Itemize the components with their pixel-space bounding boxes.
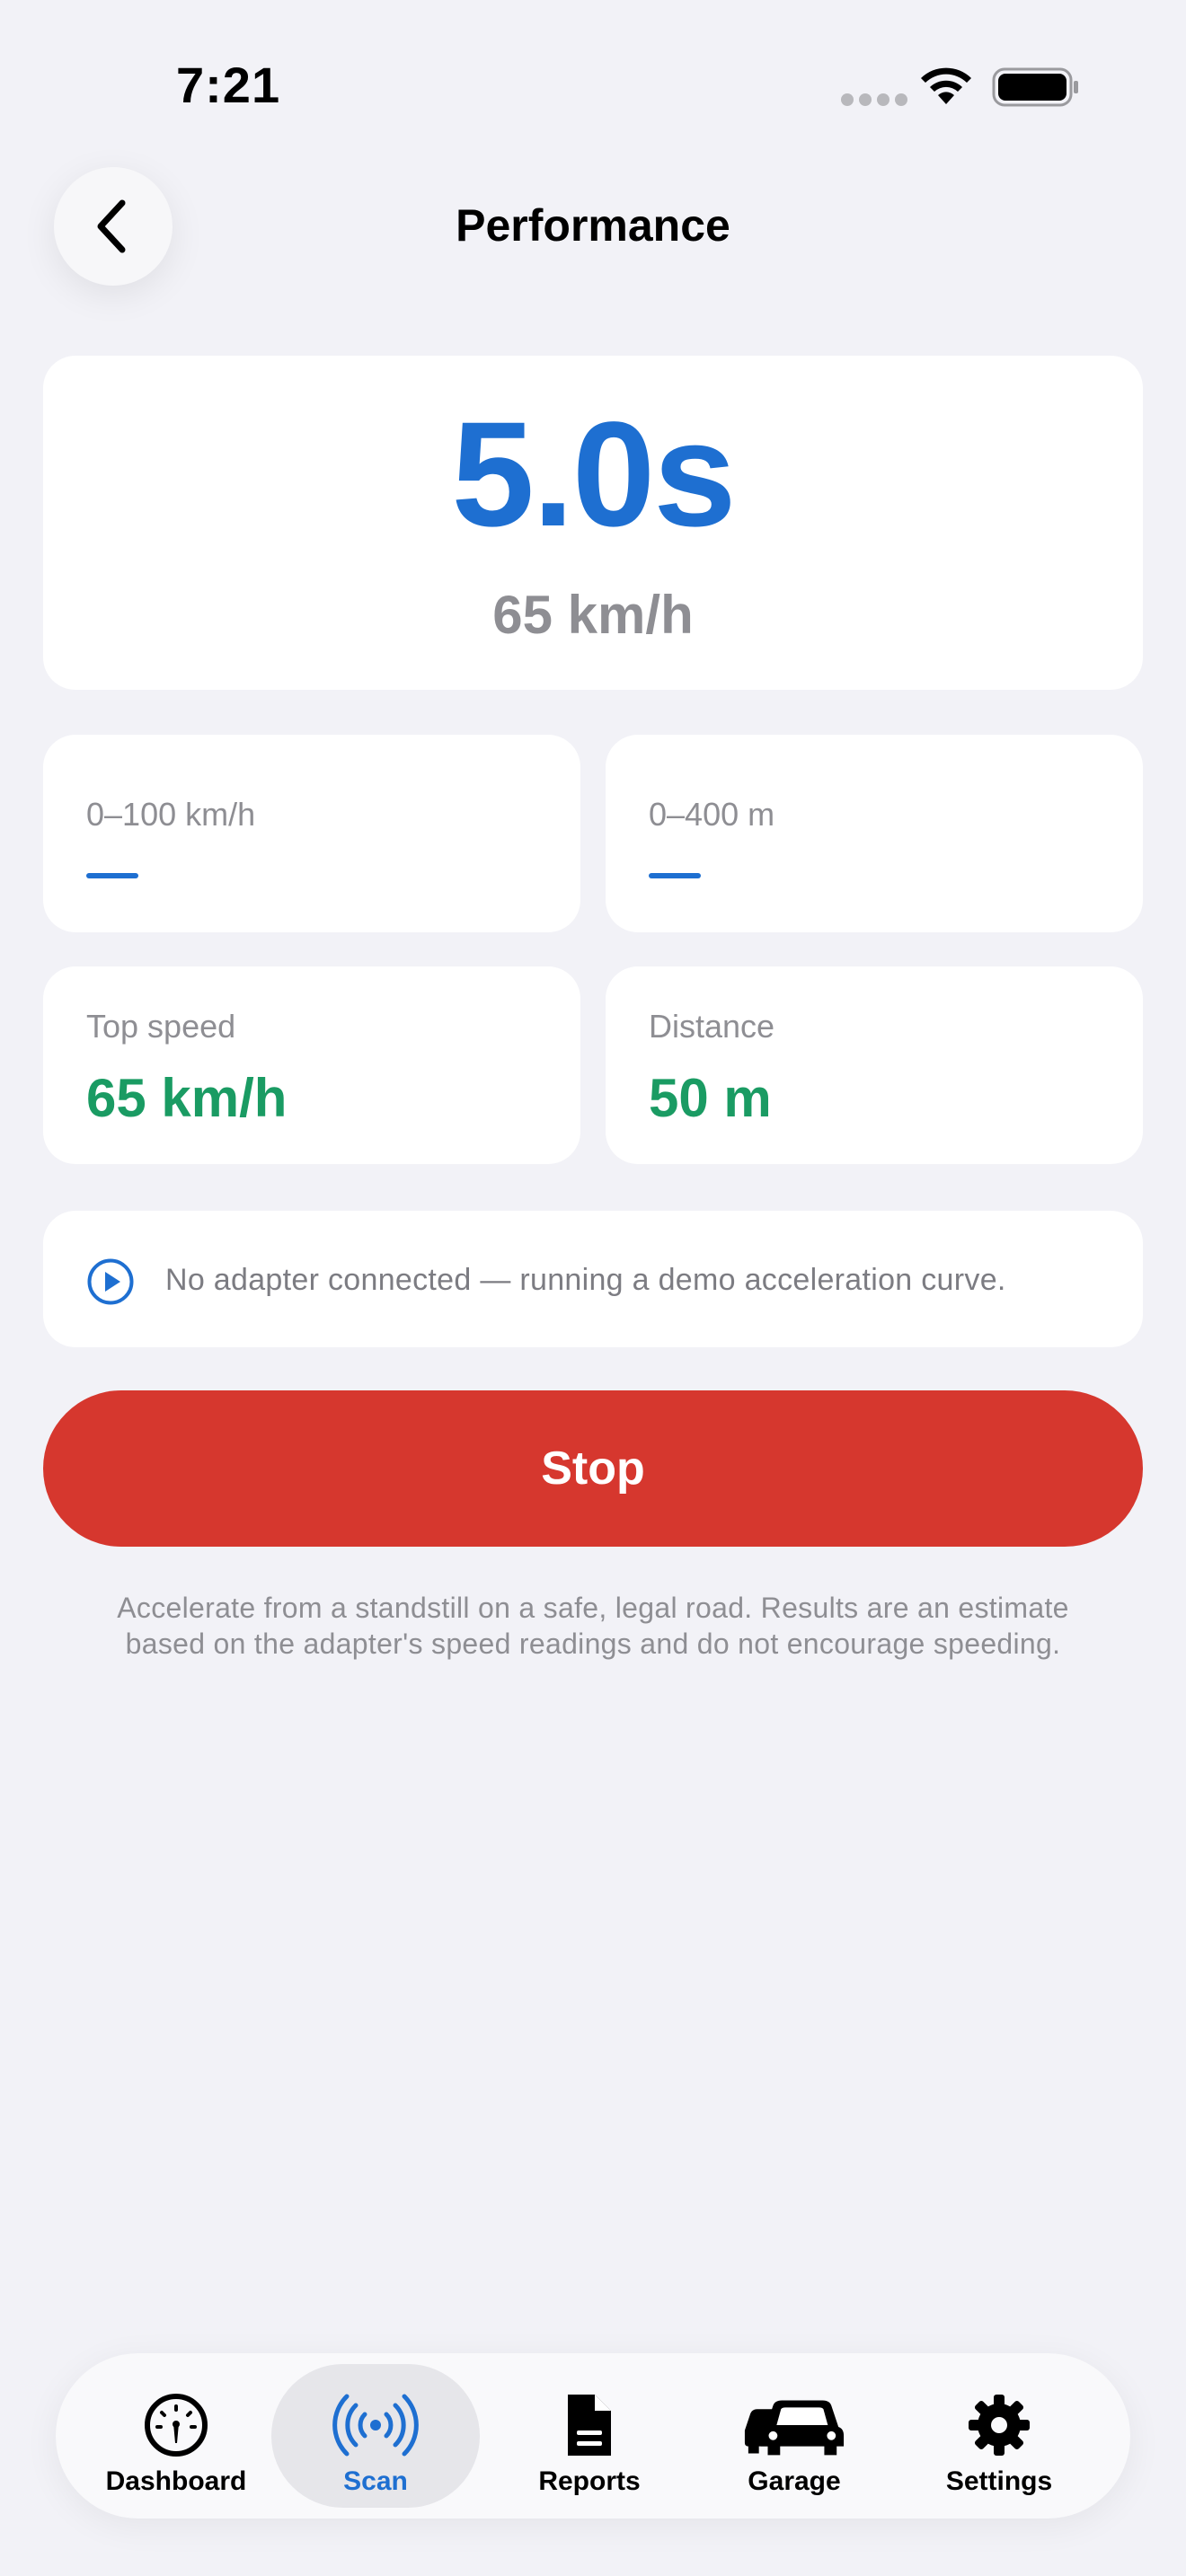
disclaimer-line: Accelerate from a standstill on a safe, … <box>117 1592 1069 1624</box>
metric-label: Distance <box>649 1008 775 1045</box>
metric-label: 0–100 km/h <box>86 796 256 833</box>
play-circle-icon <box>87 1258 134 1305</box>
tab-label: Scan <box>343 2466 408 2496</box>
cellular-signal-icon <box>841 93 907 106</box>
metric-label: 0–400 m <box>649 796 775 833</box>
broadcast-icon <box>332 2394 419 2457</box>
tab-label: Settings <box>945 2466 1053 2496</box>
metric-value: 65 km/h <box>86 1068 288 1128</box>
demo-info-text: No adapter connected — running a demo ac… <box>165 1263 1006 1297</box>
metric-card-distance: Distance 50 m <box>606 966 1143 1164</box>
demo-info-banner: No adapter connected — running a demo ac… <box>43 1211 1143 1347</box>
disclaimer: Accelerate from a standstill on a safe, … <box>72 1590 1114 1662</box>
wifi-icon <box>921 67 971 104</box>
result-card: 5.0s 65 km/h <box>43 356 1143 690</box>
tab-reports[interactable]: Reports <box>485 2364 694 2508</box>
metric-label: Top speed <box>86 1008 236 1045</box>
tab-label: Dashboard <box>105 2466 247 2496</box>
tab-label: Garage <box>748 2466 841 2496</box>
tab-garage[interactable]: Garage <box>690 2364 898 2508</box>
document-icon <box>568 2395 611 2456</box>
tab-settings[interactable]: Settings <box>895 2364 1103 2508</box>
disclaimer-line: based on the adapter's speed readings an… <box>125 1628 1061 1660</box>
metric-empty-dash <box>86 873 138 878</box>
battery-icon <box>992 67 1078 107</box>
metric-value: 50 m <box>649 1068 772 1128</box>
metric-empty-dash <box>649 873 701 878</box>
current-speed-value: 65 km/h <box>492 585 694 645</box>
stop-button[interactable]: Stop <box>43 1390 1143 1547</box>
elapsed-time-value: 5.0s <box>451 392 736 558</box>
metric-card-top-speed: Top speed 65 km/h <box>43 966 580 1164</box>
gauge-icon <box>145 2394 208 2457</box>
metric-card-0-400: 0–400 m <box>606 735 1143 932</box>
cars-icon <box>744 2400 845 2456</box>
page-title: Performance <box>456 200 730 251</box>
metric-card-0-100: 0–100 km/h <box>43 735 580 932</box>
status-bar: 7:21 <box>0 0 1186 171</box>
tab-dashboard[interactable]: Dashboard <box>72 2364 280 2508</box>
status-time: 7:21 <box>176 57 281 113</box>
tab-label: Reports <box>538 2466 641 2496</box>
tab-bar: Dashboard Scan Reports Garage Settings <box>56 2353 1130 2519</box>
tab-scan[interactable]: Scan <box>271 2364 480 2508</box>
gear-icon <box>969 2395 1030 2456</box>
